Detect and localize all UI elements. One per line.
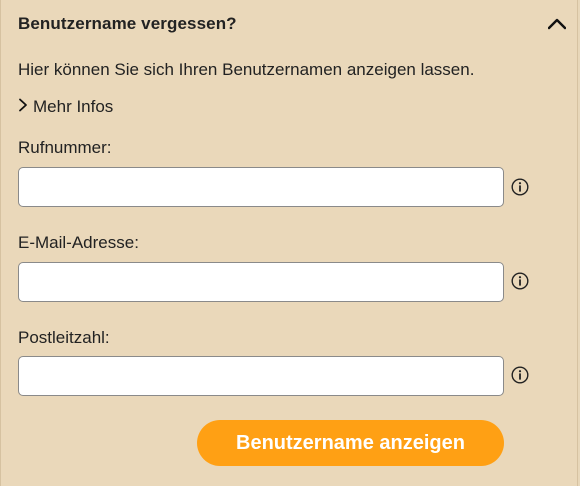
info-icon[interactable] (511, 272, 529, 290)
forgot-username-panel: Benutzername vergessen? Hier können Sie … (0, 0, 578, 486)
chevron-right-icon (18, 97, 28, 117)
phone-input[interactable] (18, 167, 504, 207)
accordion-title: Benutzername vergessen? (18, 14, 237, 33)
info-icon[interactable] (511, 178, 529, 196)
email-input[interactable] (18, 262, 504, 302)
info-icon[interactable] (511, 366, 529, 384)
chevron-up-icon[interactable] (548, 15, 566, 33)
phone-label: Rufnummer: (18, 138, 112, 157)
show-username-button[interactable]: Benutzername anzeigen (197, 420, 504, 466)
more-info-label: Mehr Infos (33, 97, 114, 116)
accordion-description: Hier können Sie sich Ihren Benutzernamen… (18, 60, 475, 79)
postcode-input[interactable] (18, 356, 504, 396)
email-label: E-Mail-Adresse: (18, 233, 139, 252)
accordion-header[interactable]: Benutzername vergessen? (18, 10, 574, 38)
more-info-link[interactable]: Mehr Infos (18, 97, 113, 117)
postcode-label: Postleitzahl: (18, 328, 110, 347)
